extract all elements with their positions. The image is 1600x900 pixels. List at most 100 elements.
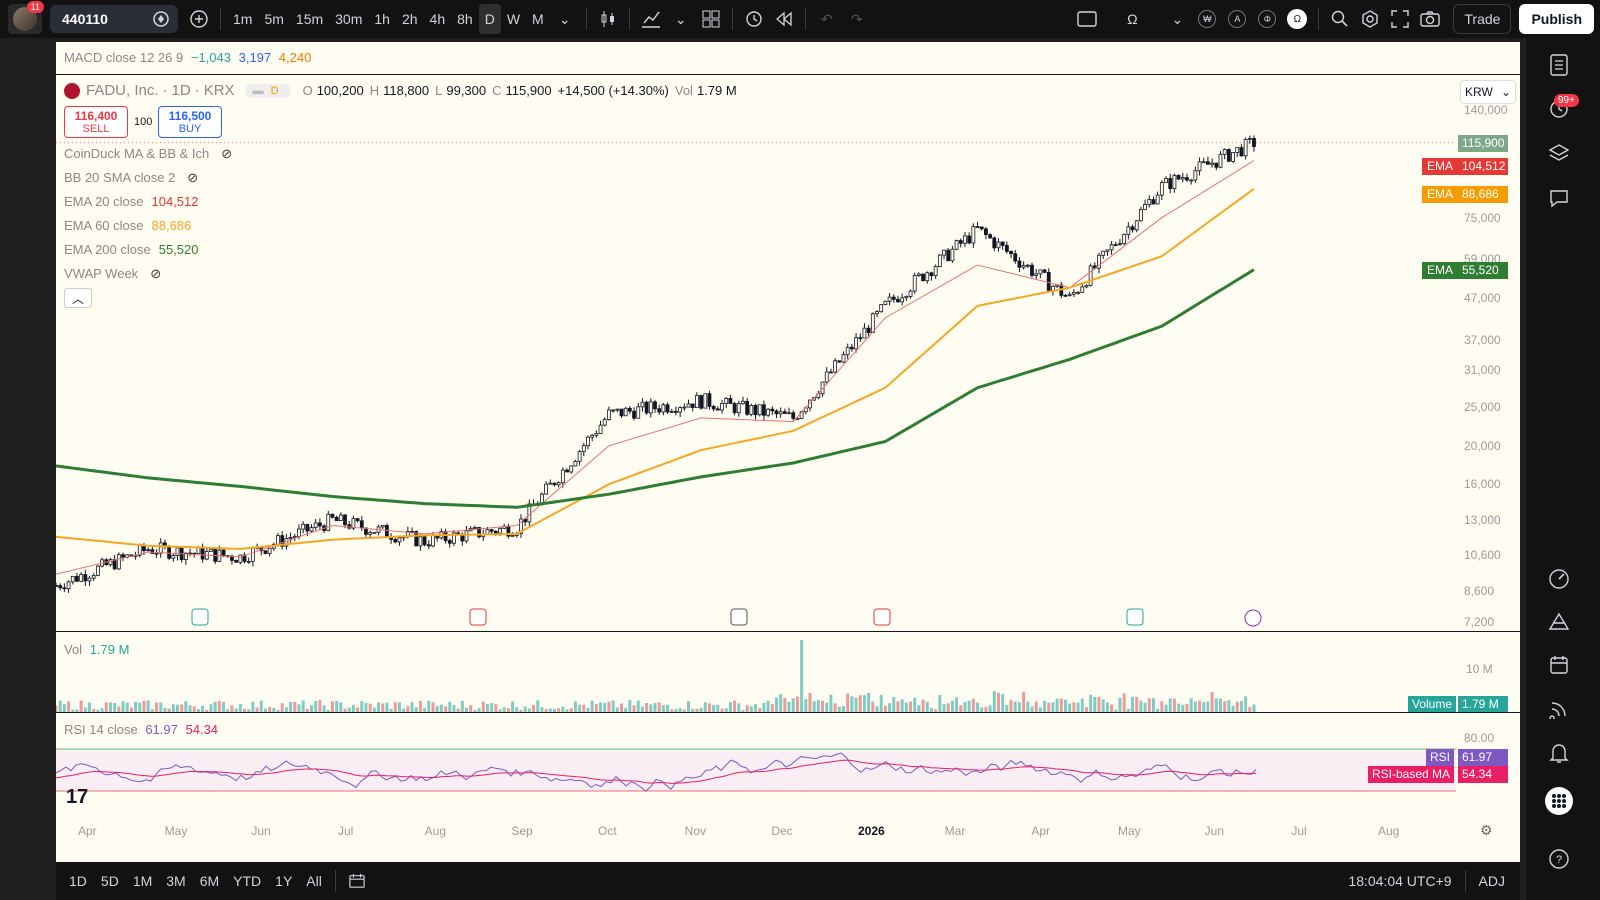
- candle-body: [221, 549, 226, 556]
- adjust-toggle[interactable]: ADJ: [1472, 866, 1512, 896]
- company-logo: [64, 82, 80, 99]
- interval-d[interactable]: D: [478, 4, 501, 34]
- volume-bar: [879, 694, 883, 712]
- currency-select[interactable]: KRW ⌄: [1460, 80, 1516, 104]
- go-to-date-icon[interactable]: [342, 866, 372, 896]
- eye-hidden-icon[interactable]: ⊘: [150, 266, 161, 281]
- symbol-search-input[interactable]: 440110: [50, 5, 178, 33]
- layers-icon[interactable]: [1544, 138, 1574, 168]
- currency-icon[interactable]: ₩: [1192, 4, 1222, 34]
- chat-icon[interactable]: [1544, 184, 1574, 214]
- stream-icon[interactable]: [1544, 694, 1574, 724]
- interval-4h[interactable]: 4h: [424, 4, 452, 34]
- quick-search-icon[interactable]: [1325, 4, 1355, 34]
- layout-grid-icon[interactable]: [696, 4, 726, 34]
- interval-1m[interactable]: 1m: [227, 4, 258, 34]
- watchlist-icon[interactable]: [1544, 50, 1574, 80]
- eye-hidden-icon[interactable]: ⊘: [187, 170, 198, 185]
- range-ytd[interactable]: YTD: [226, 866, 268, 896]
- layout-single-icon[interactable]: [1072, 4, 1102, 34]
- chart-area[interactable]: MACD close 12 26 9 −1,043 3,197 4,240 FA…: [56, 42, 1520, 862]
- buy-button[interactable]: 116,500 BUY: [158, 106, 222, 138]
- volume-legend[interactable]: Vol 1.79 M: [64, 642, 133, 657]
- indicator-label: CoinDuck MA & BB & Ich: [64, 146, 210, 161]
- settings-icon[interactable]: [1355, 4, 1385, 34]
- trade-button[interactable]: Trade: [1453, 4, 1512, 34]
- candle-body: [1013, 253, 1018, 262]
- alert-clock-icon[interactable]: [739, 4, 769, 34]
- range-1y[interactable]: 1Y: [268, 866, 299, 896]
- omega-active-icon[interactable]: Ω: [1282, 4, 1312, 34]
- help-icon[interactable]: ?: [1544, 844, 1574, 874]
- settings-gear-icon[interactable]: ⚙: [1480, 822, 1493, 839]
- indicator-legend-item[interactable]: EMA 20 close 104,512: [64, 194, 203, 209]
- eye-hidden-icon[interactable]: ⊘: [221, 146, 232, 161]
- redo-icon[interactable]: ↷: [842, 4, 872, 34]
- order-quantity[interactable]: 100: [134, 116, 152, 128]
- symbol-legend[interactable]: FADU, Inc. · 1D · KRX ▬ D O 100,200 H 118,…: [64, 82, 741, 99]
- rsi-tag-value: 61.97: [1458, 749, 1508, 766]
- notifications-bell-icon[interactable]: [1544, 738, 1574, 768]
- target-icon[interactable]: [1544, 564, 1574, 594]
- interval-1h[interactable]: 1h: [368, 4, 396, 34]
- indicators-icon[interactable]: [636, 4, 666, 34]
- range-1m[interactable]: 1M: [126, 866, 159, 896]
- interval-w[interactable]: W: [501, 4, 526, 34]
- range-1d[interactable]: 1D: [62, 866, 94, 896]
- phi-icon[interactable]: Φ: [1252, 4, 1282, 34]
- replay-icon[interactable]: [769, 4, 799, 34]
- pine-editor-icon[interactable]: [1544, 606, 1574, 636]
- interval-2h[interactable]: 2h: [396, 4, 424, 34]
- candle-body: [359, 520, 364, 529]
- volume-bar: [976, 702, 980, 712]
- indicator-legend-item[interactable]: VWAP Week ⊘: [64, 266, 165, 282]
- candle-body: [1193, 170, 1198, 181]
- volume-tag-label: Volume: [1408, 696, 1457, 713]
- publish-button[interactable]: Publish: [1519, 4, 1594, 34]
- pane-divider[interactable]: [56, 74, 1520, 75]
- add-symbol-icon[interactable]: [184, 4, 214, 34]
- interval-m[interactable]: M: [526, 4, 550, 34]
- candle-body: [292, 536, 297, 538]
- undo-icon[interactable]: ↶: [812, 4, 842, 34]
- camera-icon[interactable]: [1415, 4, 1445, 34]
- collapse-legend-button[interactable]: ︿: [64, 288, 92, 308]
- interval-5m[interactable]: 5m: [258, 4, 289, 34]
- ema-tag-label: EMA: [1422, 261, 1458, 279]
- chart-canvas[interactable]: [56, 42, 1520, 862]
- interval-15m[interactable]: 15m: [290, 4, 329, 34]
- tradingview-logo[interactable]: 17: [66, 786, 88, 809]
- range-3m[interactable]: 3M: [159, 866, 192, 896]
- indicator-legend-item[interactable]: EMA 200 close 55,520: [64, 242, 202, 257]
- clock-display[interactable]: 18:04:04 UTC+9: [1341, 866, 1458, 896]
- range-5d[interactable]: 5D: [94, 866, 126, 896]
- compare-symbol-icon[interactable]: [152, 10, 170, 28]
- candles-chart-type-icon[interactable]: [593, 4, 623, 34]
- range-6m[interactable]: 6M: [193, 866, 226, 896]
- pane-divider[interactable]: [56, 712, 1520, 713]
- indicator-legend-item[interactable]: CoinDuck MA & BB & Ich ⊘: [64, 146, 236, 162]
- market-status-badge[interactable]: ▬ D: [244, 83, 291, 98]
- macd-legend[interactable]: MACD close 12 26 9 −1,043 3,197 4,240: [64, 50, 315, 65]
- omega-icon[interactable]: Ω: [1102, 4, 1162, 34]
- chevron-down-icon[interactable]: ⌄: [550, 4, 580, 34]
- apps-grid-icon[interactable]: [1544, 786, 1574, 816]
- indicator-legend-item[interactable]: BB 20 SMA close 2 ⊘: [64, 170, 202, 186]
- rsi-legend[interactable]: RSI 14 close 61.97 54.34: [64, 722, 222, 737]
- chevron-down-icon[interactable]: ⌄: [1162, 4, 1192, 34]
- interval-8h[interactable]: 8h: [451, 4, 479, 34]
- indicator-legend-item[interactable]: EMA 60 close 88,686: [64, 218, 195, 233]
- sell-button[interactable]: 116,400 SELL: [64, 106, 128, 138]
- user-avatar[interactable]: 11: [8, 1, 44, 34]
- range-all[interactable]: All: [299, 866, 329, 896]
- alpha-icon[interactable]: A: [1222, 4, 1252, 34]
- chevron-down-icon[interactable]: ⌄: [666, 4, 696, 34]
- volume-bar: [867, 692, 871, 712]
- candle-body: [782, 411, 787, 414]
- fullscreen-icon[interactable]: [1385, 4, 1415, 34]
- candle-body: [1004, 245, 1009, 252]
- pane-divider[interactable]: [56, 631, 1520, 632]
- calendar-icon[interactable]: [1544, 650, 1574, 680]
- toolbar-divider: [220, 8, 221, 30]
- interval-30m[interactable]: 30m: [329, 4, 368, 34]
